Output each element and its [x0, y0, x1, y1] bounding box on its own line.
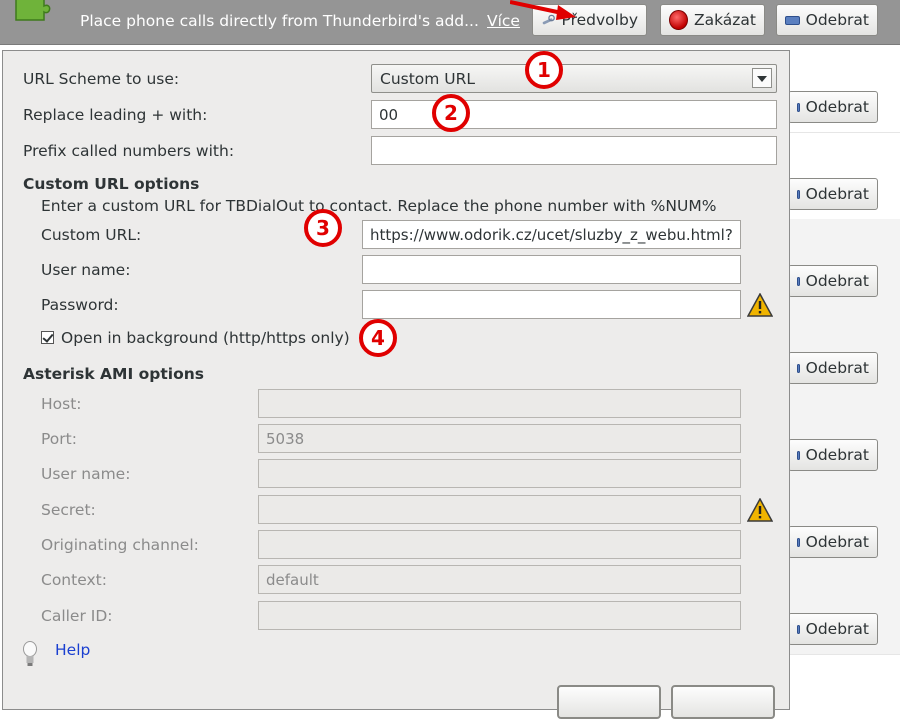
username-label: User name: [41, 261, 131, 279]
ami-username-label: User name: [41, 465, 131, 483]
remove-icon [797, 189, 800, 199]
annotation-2: 2 [432, 94, 470, 132]
custom-url-label: Custom URL: [41, 226, 142, 244]
preferences-dialog: URL Scheme to use: Custom URL Replace le… [2, 50, 790, 719]
annotation-3: 3 [304, 209, 342, 247]
port-label: Port: [41, 430, 77, 448]
custom-url-input[interactable]: https://www.odorik.cz/ucet/sluzby_z_webu… [362, 220, 741, 249]
row-remove-button[interactable]: Odebrat [788, 613, 878, 645]
host-input[interactable] [258, 389, 741, 418]
password-input[interactable] [362, 290, 741, 319]
callerid-label: Caller ID: [41, 607, 113, 625]
url-scheme-value: Custom URL [380, 70, 476, 88]
remove-icon [797, 450, 800, 460]
custom-url-description: Enter a custom URL for TBDialOut to cont… [41, 197, 717, 215]
remove-icon [797, 363, 800, 373]
replace-plus-label: Replace leading + with: [23, 106, 208, 124]
context-input[interactable]: default [258, 565, 741, 594]
puzzle-icon [15, 0, 51, 21]
channel-label: Originating channel: [41, 536, 199, 554]
asterisk-heading: Asterisk AMI options [23, 365, 204, 383]
annotation-4: 4 [359, 319, 397, 357]
url-scheme-select[interactable]: Custom URL [371, 64, 777, 93]
secret-label: Secret: [41, 501, 96, 519]
remove-button[interactable]: Odebrat [776, 4, 878, 36]
prefix-input[interactable] [371, 136, 777, 165]
callerid-input[interactable] [258, 601, 741, 630]
addon-header: Place phone calls directly from Thunderb… [0, 0, 900, 45]
password-label: Password: [41, 296, 119, 314]
dropdown-arrow-icon[interactable] [752, 68, 772, 88]
annotation-1: 1 [525, 51, 563, 89]
red-stop-icon [669, 10, 688, 30]
remove-icon [797, 624, 800, 634]
remove-icon [785, 15, 800, 25]
row-remove-button[interactable]: Odebrat [788, 91, 878, 123]
secret-input[interactable] [258, 495, 741, 524]
prefix-label: Prefix called numbers with: [23, 142, 235, 160]
cancel-button[interactable] [557, 685, 661, 719]
url-scheme-label: URL Scheme to use: [23, 70, 180, 88]
lightbulb-icon [23, 641, 37, 666]
remove-icon [797, 276, 800, 286]
port-input[interactable]: 5038 [258, 424, 741, 453]
remove-icon [797, 537, 800, 547]
pointer-arrow [510, 0, 576, 20]
username-input[interactable] [362, 255, 741, 284]
warning-icon [747, 293, 773, 317]
row-remove-button[interactable]: Odebrat [788, 526, 878, 558]
host-label: Host: [41, 395, 82, 413]
row-remove-button[interactable]: Odebrat [788, 439, 878, 471]
custom-url-heading: Custom URL options [23, 175, 200, 193]
help-link[interactable]: Help [55, 641, 90, 659]
open-background-checkbox[interactable] [41, 331, 54, 344]
disable-button[interactable]: Zakázat [660, 4, 765, 36]
disable-label: Zakázat [693, 11, 756, 29]
open-background-label[interactable]: Open in background (http/https only) [61, 329, 350, 347]
channel-input[interactable] [258, 530, 741, 559]
remove-label: Odebrat [805, 11, 869, 29]
row-remove-button[interactable]: Odebrat [788, 178, 878, 210]
row-remove-button[interactable]: Odebrat [788, 352, 878, 384]
context-label: Context: [41, 571, 107, 589]
ok-button[interactable] [671, 685, 775, 719]
warning-icon [747, 498, 773, 522]
ami-username-input[interactable] [258, 459, 741, 488]
row-remove-button[interactable]: Odebrat [788, 265, 878, 297]
addon-description: Place phone calls directly from Thunderb… [80, 12, 479, 30]
remove-icon [797, 102, 800, 112]
